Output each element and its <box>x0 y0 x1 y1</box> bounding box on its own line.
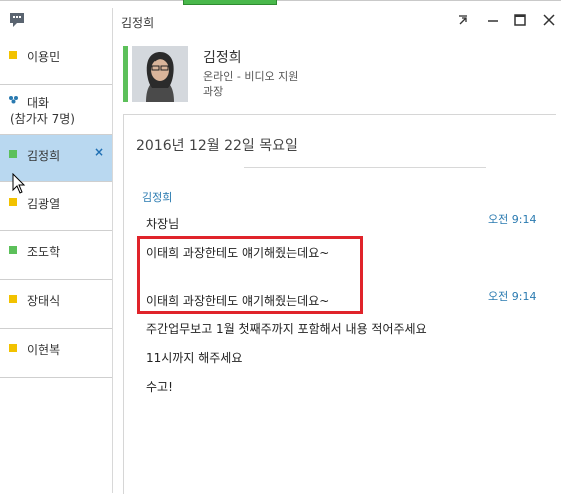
date-divider <box>244 167 486 168</box>
sidebar-item-label: 김정희 <box>27 149 61 163</box>
group-icon <box>9 96 18 104</box>
window-title: 김정희 <box>121 16 155 30</box>
status-green-icon <box>9 246 17 254</box>
message-sender: 김정희 <box>142 191 173 204</box>
title-bar: 김정희 <box>113 8 561 36</box>
contact-status: 온라인 - 비디오 지원 <box>203 70 299 83</box>
group-title: 대화 <box>27 96 50 110</box>
sidebar-item-jodohak[interactable]: 조도학 <box>0 231 112 280</box>
pop-out-icon[interactable] <box>455 12 471 28</box>
close-icon[interactable]: × <box>94 145 104 159</box>
sidebar-item-leeyongmin[interactable]: 이용민 <box>0 38 112 85</box>
contact-job-title: 과장 <box>203 85 224 98</box>
message-time: 오전 9:14 <box>488 213 537 226</box>
divider <box>0 0 561 1</box>
message-text: 11시까지 해주세요 <box>146 351 243 365</box>
sidebar-item-label: 조도학 <box>27 245 61 259</box>
contact-name: 김정희 <box>203 50 242 66</box>
conversation-sidebar: 이용민 대화 (참가자 7명) 김정희 × 김광열 조도학 장태식 이현복 <box>0 8 113 493</box>
sidebar-item-group-chat[interactable]: 대화 (참가자 7명) <box>0 85 112 135</box>
sidebar-item-jangtaesik[interactable]: 장태식 <box>0 280 112 329</box>
taskbar-highlight <box>183 0 277 5</box>
message-time: 오전 9:14 <box>488 290 537 303</box>
conversation-date: 2016년 12월 22일 목요일 <box>136 138 298 154</box>
message-text: 차장님 <box>146 217 180 231</box>
top-strip <box>0 0 561 8</box>
status-yellow-icon <box>9 51 17 59</box>
message-text: 주간업무보고 1월 첫째주까지 포함해서 내용 적어주세요 <box>146 322 427 336</box>
status-yellow-icon <box>9 295 17 303</box>
person-photo-icon <box>132 46 188 102</box>
sidebar-header <box>0 8 112 38</box>
sidebar-item-label: 김광열 <box>27 197 61 211</box>
highlight-box <box>137 236 363 314</box>
minimize-icon[interactable] <box>485 12 501 28</box>
contact-card: 김정희 온라인 - 비디오 지원 과장 <box>123 46 561 102</box>
sidebar-item-leehyunbok[interactable]: 이현복 <box>0 329 112 378</box>
sidebar-item-label: 장태식 <box>27 294 61 308</box>
close-window-icon[interactable] <box>541 12 557 28</box>
status-yellow-icon <box>9 344 17 352</box>
status-yellow-icon <box>9 198 17 206</box>
mouse-cursor-icon <box>12 173 26 194</box>
sidebar-item-label: 이현복 <box>27 343 61 357</box>
status-green-icon <box>9 150 17 158</box>
conversation-history[interactable]: 2016년 12월 22일 목요일 김정희 차장님 오전 9:14 이태희 과장… <box>123 114 556 494</box>
presence-bar <box>123 46 128 102</box>
group-participants: (참가자 7명) <box>10 112 75 126</box>
sidebar-item-label: 이용민 <box>27 50 61 64</box>
message-text: 수고! <box>146 380 173 394</box>
maximize-icon[interactable] <box>512 12 528 28</box>
chat-bubble-icon[interactable] <box>10 13 24 27</box>
avatar[interactable] <box>132 46 188 102</box>
conversation-window: 김정희 김정희 온라인 - 비디오 지원 과장 2016년 12월 22일 목요… <box>113 8 561 494</box>
